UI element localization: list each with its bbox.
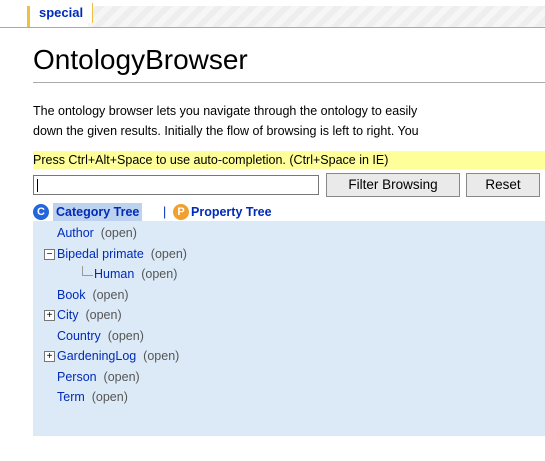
- tree-item[interactable]: Bipedal primate (open): [57, 246, 187, 262]
- tree-item-label[interactable]: Person: [57, 370, 97, 384]
- tree-item-open-link[interactable]: (open): [136, 349, 179, 363]
- tree-item-label[interactable]: Human: [94, 267, 134, 281]
- tree-connector-icon: [82, 266, 93, 276]
- tree-item-label[interactable]: Book: [57, 288, 86, 302]
- title-divider: [33, 82, 545, 83]
- autocomplete-hint: Press Ctrl+Alt+Space to use auto-complet…: [33, 151, 545, 169]
- tab-special[interactable]: special: [31, 3, 94, 23]
- tree-item-label[interactable]: Author: [57, 226, 94, 240]
- tree-item[interactable]: Author (open): [57, 225, 137, 241]
- category-icon: C: [33, 204, 49, 220]
- expand-icon[interactable]: +: [44, 310, 55, 321]
- collapse-icon[interactable]: −: [44, 248, 55, 260]
- tree-item[interactable]: Country (open): [57, 328, 144, 344]
- category-tree-panel: Author (open) − Bipedal primate (open) Huma…: [33, 221, 545, 436]
- tree-item-open-link[interactable]: (open): [94, 226, 137, 240]
- tree-item-label[interactable]: Term: [57, 390, 85, 404]
- tree-item-label[interactable]: Bipedal primate: [57, 247, 144, 261]
- text-caret: [37, 179, 38, 192]
- filter-browsing-button[interactable]: Filter Browsing: [326, 173, 460, 197]
- filter-row: Filter Browsing Reset: [33, 173, 545, 198]
- tree-item-open-link[interactable]: (open): [101, 329, 144, 343]
- intro-line-2: down the given results. Initially the fl…: [33, 124, 419, 138]
- expand-icon[interactable]: +: [44, 351, 55, 362]
- intro-line-1: The ontology browser lets you navigate t…: [33, 104, 418, 118]
- tab-strip: special: [0, 0, 545, 28]
- page-title: OntologyBrowser: [33, 44, 248, 75]
- tree-item[interactable]: Person (open): [57, 369, 140, 385]
- category-tree-label[interactable]: Category Tree: [53, 203, 143, 221]
- tree-item-label[interactable]: GardeningLog: [57, 349, 136, 363]
- tab-strip-divider: [0, 27, 545, 28]
- property-icon: P: [173, 204, 189, 220]
- tree-item[interactable]: Term (open): [57, 389, 128, 405]
- tree-item[interactable]: City (open): [57, 307, 122, 323]
- tree-item[interactable]: Human (open): [94, 266, 177, 282]
- tree-item-open-link[interactable]: (open): [86, 288, 128, 302]
- tree-item[interactable]: GardeningLog (open): [57, 348, 179, 364]
- tree-item-open-link[interactable]: (open): [144, 247, 187, 261]
- intro-text: The ontology browser lets you navigate t…: [33, 101, 545, 141]
- tree-item-open-link[interactable]: (open): [97, 370, 140, 384]
- tree-item-label[interactable]: City: [57, 308, 79, 322]
- tree-item-label[interactable]: Country: [57, 329, 101, 343]
- tab-edge: [27, 6, 30, 28]
- tab-strip-fill: [88, 6, 545, 28]
- tree-item-open-link[interactable]: (open): [79, 308, 121, 322]
- filter-input[interactable]: [33, 175, 319, 195]
- reset-button[interactable]: Reset: [466, 173, 540, 197]
- tree-item-open-link[interactable]: (open): [134, 267, 177, 281]
- property-tree-label[interactable]: Property Tree: [191, 203, 272, 221]
- tab-separator: |: [163, 205, 167, 219]
- tree-item[interactable]: Book (open): [57, 287, 129, 303]
- tree-item-open-link[interactable]: (open): [85, 390, 128, 404]
